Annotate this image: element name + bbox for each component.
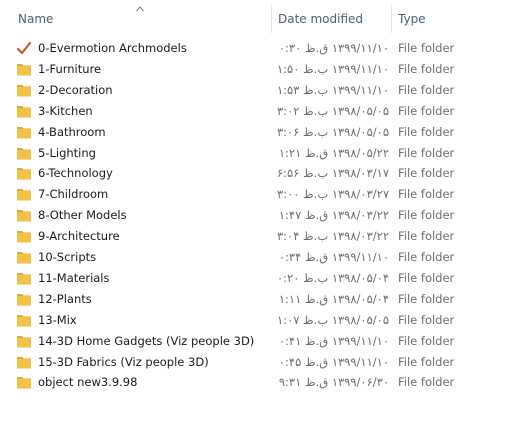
file-type: File folder (398, 82, 455, 97)
folder-icon (16, 250, 32, 265)
file-name: 14-3D Home Gadgets (Viz people 3D) (38, 333, 255, 348)
file-row[interactable]: 1-Furniture ۱۳۹۹/۱۱/۱۰ ب.ظ ۱۱:۵۰ File fold… (0, 59, 511, 80)
file-row[interactable]: 8-Other Models ۱۳۹۸/۰۳/۲۲ ق.ظ ۱۱:۴۷ File f… (0, 205, 511, 226)
column-header-date-modified[interactable]: Date modified (278, 12, 363, 26)
file-type: File folder (398, 208, 455, 223)
folder-icon (16, 271, 32, 286)
file-date-modified: ۱۳۹۹/۱۱/۱۰ ق.ظ ۱۰:۳۴ (277, 250, 389, 264)
file-name: 5-Lighting (38, 145, 96, 160)
file-date-modified: ۱۳۹۹/۰۶/۳۰ ق.ظ ۰۹:۳۱ (277, 375, 389, 390)
folder-icon (16, 146, 32, 161)
file-date-modified: ۱۳۹۸/۰۳/۲۷ ب.ظ ۰۳:۰۰ (277, 187, 389, 202)
folder-icon (16, 208, 32, 223)
file-date-modified: ۱۳۹۹/۱۱/۱۰ ب.ظ ۱۱:۵۰ (277, 61, 389, 76)
file-date-modified: ۱۳۹۸/۰۵/۰۴ ق.ظ ۱۱:۱۱ (277, 291, 389, 306)
file-type: File folder (398, 61, 455, 76)
file-type: File folder (398, 229, 455, 244)
folder-icon (16, 187, 32, 202)
file-date-modified: ۱۳۹۸/۰۵/۲۲ ق.ظ ۱۱:۲۱ (277, 145, 389, 160)
file-row[interactable]: 5-Lighting ۱۳۹۸/۰۵/۲۲ ق.ظ ۱۱:۲۱ File folde… (0, 143, 511, 164)
file-type: File folder (398, 291, 455, 306)
file-row[interactable]: 13-Mix ۱۳۹۸/۰۵/۰۵ ب.ظ ۰۱:۰۷ File folder (0, 310, 511, 331)
file-row[interactable]: 7-Childroom ۱۳۹۸/۰۳/۲۷ ب.ظ ۰۳:۰۰ File fold… (0, 184, 511, 205)
file-date-modified: ۱۳۹۹/۱۱/۱۰ ق.ظ ۱۰:۴۱ (277, 333, 389, 348)
file-row[interactable]: 15-3D Fabrics (Viz people 3D) ۱۳۹۹/۱۱/۱۰ … (0, 352, 511, 373)
file-name: 13-Mix (38, 312, 77, 327)
file-row[interactable]: 10-Scripts ۱۳۹۹/۱۱/۱۰ ق.ظ ۱۰:۳۴ File folde… (0, 247, 511, 268)
folder-icon (16, 83, 32, 98)
column-divider[interactable] (391, 5, 392, 33)
file-name: 2-Decoration (38, 82, 113, 97)
file-date-modified: ۱۳۹۹/۱۱/۱۰ ق.ظ ۱۰:۴۵ (277, 354, 389, 369)
file-type: File folder (398, 166, 455, 181)
file-name: 9-Architecture (38, 229, 120, 244)
file-name: 10-Scripts (38, 250, 97, 264)
file-type: File folder (398, 270, 455, 285)
folder-icon (16, 125, 32, 140)
file-row[interactable]: 11-Materials ۱۳۹۸/۰۵/۰۴ ب.ظ ۱۰:۲۰ File fol… (0, 268, 511, 289)
column-divider[interactable] (271, 5, 272, 33)
folder-icon (16, 104, 32, 119)
folder-icon (16, 334, 32, 349)
folder-icon (16, 355, 32, 370)
file-row[interactable]: 0-Evermotion Archmodels ۱۳۹۹/۱۱/۱۰ ق.ظ ۱۰… (0, 38, 511, 59)
file-name: 3-Kitchen (38, 103, 93, 118)
file-name: 0-Evermotion Archmodels (38, 41, 187, 55)
folder-icon (16, 166, 32, 181)
file-type: File folder (398, 354, 455, 369)
file-date-modified: ۱۳۹۹/۱۱/۱۰ ب.ظ ۱۱:۵۳ (277, 82, 389, 97)
file-date-modified: ۱۳۹۸/۰۵/۰۵ ب.ظ ۰۳:۰۶ (277, 124, 389, 139)
folder-icon (16, 292, 32, 307)
file-type: File folder (398, 187, 455, 202)
file-row[interactable]: 9-Architecture ۱۳۹۸/۰۳/۲۲ ب.ظ ۰۳:۰۴ File f… (0, 226, 511, 247)
file-name: 1-Furniture (38, 61, 102, 76)
file-date-modified: ۱۳۹۸/۰۳/۲۲ ق.ظ ۱۱:۴۷ (277, 208, 389, 223)
file-name: 12-Plants (38, 291, 92, 306)
file-date-modified: ۱۳۹۸/۰۵/۰۴ ب.ظ ۱۰:۲۰ (277, 270, 389, 285)
sort-ascending-icon[interactable] (136, 6, 144, 12)
file-name: 15-3D Fabrics (Viz people 3D) (38, 354, 209, 369)
folder-icon (16, 229, 32, 244)
file-name: 7-Childroom (38, 187, 109, 202)
file-row[interactable]: 6-Technology ۱۳۹۸/۰۳/۱۷ ب.ظ ۰۶:۵۶ File fol… (0, 163, 511, 184)
file-date-modified: ۱۳۹۸/۰۳/۱۷ ب.ظ ۰۶:۵۶ (277, 166, 389, 181)
file-type: File folder (398, 41, 455, 55)
file-name: 6-Technology (38, 166, 113, 181)
file-type: File folder (398, 312, 455, 327)
file-name: object new3.9.98 (38, 375, 138, 390)
file-type: File folder (398, 250, 455, 264)
file-row[interactable]: 3-Kitchen ۱۳۹۸/۰۵/۰۵ ب.ظ ۰۳:۰۲ File folder (0, 101, 511, 122)
folder-icon (16, 375, 32, 390)
file-name: 4-Bathroom (38, 124, 106, 139)
file-row[interactable]: 4-Bathroom ۱۳۹۸/۰۵/۰۵ ب.ظ ۰۳:۰۶ File folde… (0, 122, 511, 143)
file-type: File folder (398, 145, 455, 160)
file-date-modified: ۱۳۹۸/۰۵/۰۵ ب.ظ ۰۳:۰۲ (277, 103, 389, 118)
folder-icon (16, 62, 32, 77)
file-row[interactable]: object new3.9.98 ۱۳۹۹/۰۶/۳۰ ق.ظ ۰۹:۳۱ File… (0, 372, 511, 393)
file-type: File folder (398, 333, 455, 348)
column-header-name[interactable]: Name (18, 12, 53, 26)
file-row[interactable]: 12-Plants ۱۳۹۸/۰۵/۰۴ ق.ظ ۱۱:۱۱ File folder (0, 289, 511, 310)
file-name: 8-Other Models (38, 208, 127, 223)
checkmark-icon (16, 41, 32, 56)
file-row[interactable]: 14-3D Home Gadgets (Viz people 3D) ۱۳۹۹/۱… (0, 331, 511, 352)
file-date-modified: ۱۳۹۸/۰۳/۲۲ ب.ظ ۰۳:۰۴ (277, 229, 389, 244)
file-date-modified: ۱۳۹۸/۰۵/۰۵ ب.ظ ۰۱:۰۷ (277, 312, 389, 327)
file-row[interactable]: 2-Decoration ۱۳۹۹/۱۱/۱۰ ب.ظ ۱۱:۵۳ File fol… (0, 80, 511, 101)
column-header-bar: Name Date modified Type (0, 0, 511, 38)
column-header-type[interactable]: Type (398, 12, 426, 26)
file-date-modified: ۱۳۹۹/۱۱/۱۰ ق.ظ ۱۰:۳۰ (277, 41, 389, 55)
file-type: File folder (398, 103, 455, 118)
file-name: 11-Materials (38, 270, 110, 285)
file-type: File folder (398, 124, 455, 139)
file-type: File folder (398, 375, 455, 390)
folder-icon (16, 313, 32, 328)
